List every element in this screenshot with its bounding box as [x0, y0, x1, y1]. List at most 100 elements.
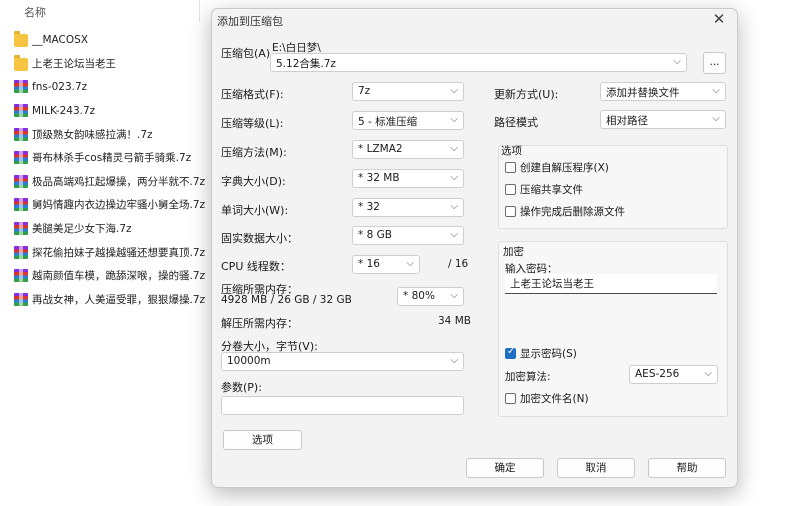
word-size-value: * 32: [358, 201, 380, 213]
options-button[interactable]: 选项: [223, 430, 302, 450]
encryption-group-title: 加密: [503, 246, 524, 258]
compress-shared-checkbox[interactable]: 压缩共享文件: [505, 182, 583, 197]
chevron-down-icon: ⌵: [450, 114, 458, 125]
archive-icon: [14, 127, 28, 141]
archive-icon: [14, 269, 28, 283]
cpu-threads-select[interactable]: * 16 ⌵: [352, 255, 420, 274]
method-label: 压缩方法(M):: [221, 146, 287, 159]
dialog-title: 添加到压缩包: [217, 15, 283, 28]
delete-after-checkbox[interactable]: 操作完成后删除源文件: [505, 204, 625, 219]
update-mode-label: 更新方式(U):: [494, 88, 559, 101]
split-size-combo[interactable]: 10000m ⌵: [221, 352, 464, 371]
archive-icon: [14, 292, 28, 306]
file-row[interactable]: 美腿美足少女下海.7z: [14, 217, 210, 241]
show-password-checkbox[interactable]: 显示密码(S): [505, 346, 577, 361]
file-list: __MACOSX 上老王论坛当老王 fns-023.7z MILK-243.7z 顶级熟…: [14, 28, 210, 311]
decompress-memory-label: 解压所需内存：: [221, 317, 298, 330]
file-name: 上老王论坛当老王: [32, 57, 116, 70]
chevron-down-icon: ⌵: [450, 229, 458, 240]
cancel-button[interactable]: 取消: [557, 458, 635, 478]
path-mode-select[interactable]: 相对路径 ⌵: [600, 110, 726, 129]
create-sfx-checkbox[interactable]: 创建自解压程序(X): [505, 160, 609, 175]
archive-icon: [14, 80, 28, 94]
browse-button[interactable]: ...: [703, 52, 726, 74]
solid-size-value: * 8 GB: [358, 229, 392, 241]
column-name-header[interactable]: 名称: [24, 4, 46, 20]
file-row[interactable]: 探花偷拍妹子越操越骚还想要真顶.7z: [14, 240, 210, 264]
format-label: 压缩格式(F):: [221, 88, 284, 101]
create-sfx-label: 创建自解压程序(X): [520, 162, 609, 174]
file-row[interactable]: 上老王论坛当老王: [14, 52, 210, 76]
checkbox-box: [505, 393, 516, 404]
update-mode-value: 添加并替换文件: [606, 87, 680, 99]
file-name: 舅妈情趣内衣边操边牢骚小舅全场.7z: [32, 199, 206, 212]
dictionary-select[interactable]: * 32 MB ⌵: [352, 169, 464, 188]
dictionary-label: 字典大小(D):: [221, 175, 286, 188]
level-value: 5 - 标准压缩: [358, 116, 418, 128]
file-row[interactable]: 哥布林杀手cos精灵弓箭手骑乘.7z: [14, 146, 210, 170]
password-underline: [505, 293, 717, 294]
password-input[interactable]: 上老王论坛当老王: [505, 274, 717, 294]
encryption-method-label: 加密算法:: [505, 371, 551, 383]
file-row[interactable]: 再战女神，人美逼受罪，狠狠爆操.7z: [14, 288, 210, 312]
chevron-down-icon: ⌵: [450, 172, 458, 183]
encryption-method-select[interactable]: AES-256 ⌵: [629, 365, 718, 384]
folder-icon: [14, 31, 28, 48]
close-icon[interactable]: ✕: [710, 10, 728, 28]
chevron-down-icon: ⌵: [673, 56, 681, 67]
file-row[interactable]: 极品高端鸡扛起爆操，两分半就不.7z: [14, 170, 210, 194]
dictionary-value: * 32 MB: [358, 172, 400, 184]
encryption-method-value: AES-256: [635, 368, 680, 380]
file-row[interactable]: 越南颜值车模，跪舔深喉，操的骚.7z: [14, 264, 210, 288]
file-row[interactable]: 顶级熟女韵味感拉满！.7z: [14, 122, 210, 146]
checkbox-box: [505, 162, 516, 173]
chevron-down-icon: ⌵: [450, 355, 458, 366]
help-button[interactable]: 帮助: [648, 458, 726, 478]
method-select[interactable]: * LZMA2 ⌵: [352, 140, 464, 159]
level-select[interactable]: 5 - 标准压缩 ⌵: [352, 111, 464, 130]
file-name: 美腿美足少女下海.7z: [32, 223, 132, 236]
file-name: 极品高端鸡扛起爆操，两分半就不.7z: [32, 175, 206, 188]
encrypt-names-label: 加密文件名(N): [520, 393, 589, 405]
ok-button[interactable]: 确定: [466, 458, 544, 478]
chevron-down-icon: ⌵: [712, 85, 720, 96]
chevron-down-icon: ⌵: [450, 201, 458, 212]
file-row[interactable]: 舅妈情趣内衣边操边牢骚小舅全场.7z: [14, 193, 210, 217]
memory-detail: 4928 MB / 26 GB / 32 GB: [221, 294, 352, 306]
file-name: 探花偷拍妹子越操越骚还想要真顶.7z: [32, 246, 206, 259]
chevron-down-icon: ⌵: [712, 113, 720, 124]
memory-usage-value: * 80%: [403, 290, 435, 302]
chevron-down-icon: ⌵: [450, 85, 458, 96]
chevron-up-icon: ^: [121, 0, 129, 7]
file-name: 再战女神，人美逼受罪，狠狠爆操.7z: [32, 293, 206, 306]
checkbox-box: [505, 206, 516, 217]
chevron-down-icon: ⌵: [450, 143, 458, 154]
options-group-title: 选项: [501, 145, 522, 157]
archive-icon: [14, 174, 28, 188]
parameters-input[interactable]: [221, 396, 464, 415]
path-mode-label: 路径模式: [494, 116, 538, 129]
split-size-value: 10000m: [227, 355, 271, 367]
memory-usage-select[interactable]: * 80% ⌵: [397, 287, 464, 306]
delete-after-label: 操作完成后删除源文件: [520, 206, 625, 218]
file-row[interactable]: MILK-243.7z: [14, 99, 210, 123]
format-select[interactable]: 7z ⌵: [352, 82, 464, 101]
solid-size-select[interactable]: * 8 GB ⌵: [352, 226, 464, 245]
file-row[interactable]: __MACOSX: [14, 28, 210, 52]
update-mode-select[interactable]: 添加并替换文件 ⌵: [600, 82, 726, 101]
checkbox-box: [505, 184, 516, 195]
cpu-threads-total: / 16: [448, 258, 469, 270]
solid-size-label: 固实数据大小：: [221, 232, 298, 245]
cpu-threads-label: CPU 线程数：: [221, 260, 291, 273]
encrypt-names-checkbox[interactable]: 加密文件名(N): [505, 391, 589, 406]
file-name: 顶级熟女韵味感拉满！.7z: [32, 128, 153, 141]
column-divider[interactable]: [199, 0, 200, 22]
archive-name-combo[interactable]: 5.12合集.7z ⌵: [270, 53, 687, 72]
file-name: fns-023.7z: [32, 80, 88, 93]
decompress-memory-value: 34 MB: [438, 315, 471, 327]
word-size-select[interactable]: * 32 ⌵: [352, 198, 464, 217]
cpu-threads-value: * 16: [358, 258, 380, 270]
file-row[interactable]: fns-023.7z: [14, 75, 210, 99]
path-mode-value: 相对路径: [606, 115, 648, 127]
file-name: 越南颜值车模，跪舔深喉，操的骚.7z: [32, 270, 206, 283]
